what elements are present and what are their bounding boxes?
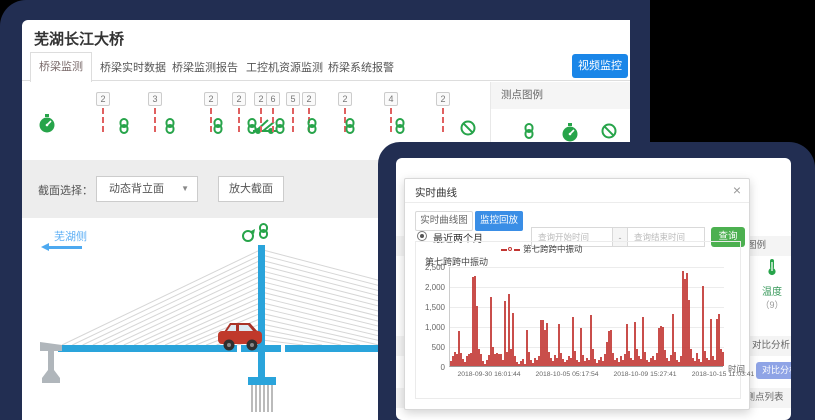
chart-plot-area — [449, 267, 723, 367]
modal-title: 实时曲线 — [415, 185, 457, 200]
temperature-count: （9） — [748, 298, 791, 311]
sensor-count-badge: 2 — [302, 92, 316, 106]
link-icon[interactable] — [394, 118, 406, 139]
x-tick-label: 2018-10-05 05:17:54 — [535, 371, 598, 378]
sensor-dashed-line — [102, 108, 104, 132]
sensor-count-badge: 2 — [436, 92, 450, 106]
sensor-count-badge: 4 — [384, 92, 398, 106]
sensor-dashed-line — [260, 108, 262, 132]
modal-tab-0[interactable]: 实时曲线图 — [415, 211, 473, 231]
main-tab-1[interactable]: 桥梁实时数据 — [100, 59, 166, 75]
sensor-count-group: 3 — [148, 92, 162, 132]
y-tick-label: 2,000 — [407, 283, 445, 292]
x-axis-title: 时间 — [728, 363, 745, 375]
legend-panel-header: 测点图例 — [490, 82, 630, 109]
main-tab-2[interactable]: 桥梁监测报告 — [172, 59, 238, 75]
sensor-count-badge: 2 — [232, 92, 246, 106]
sensor-count-badge: 5 — [286, 92, 300, 106]
bridge-deck — [58, 345, 237, 352]
section-select-dropdown[interactable]: 动态背立面 ▼ — [96, 176, 198, 202]
sensor-count-badge: 6 — [266, 92, 280, 106]
noentry-icon[interactable] — [460, 120, 476, 141]
sensor-count-group: 5 — [286, 92, 300, 132]
chart-bar — [722, 352, 724, 366]
link-legend-icon — [523, 123, 535, 144]
tower-footing — [248, 377, 276, 385]
gauge-icon[interactable] — [38, 114, 56, 139]
sensor-count-badge: 3 — [148, 92, 162, 106]
sensor-dashed-line — [154, 108, 156, 132]
y-tick-label: 500 — [407, 343, 445, 352]
y-tick-label: 2,500 — [407, 263, 445, 272]
sensor-count-group: 2 — [232, 92, 246, 132]
sensor-dashed-line — [390, 108, 392, 132]
main-tab-3[interactable]: 工控机资源监测 — [246, 59, 323, 75]
close-icon[interactable]: × — [733, 182, 741, 198]
modal-tab-1[interactable]: 监控回放 — [475, 211, 523, 231]
main-tab-0[interactable]: 桥梁监测 — [30, 52, 92, 82]
radio-dot — [420, 234, 424, 238]
section-select-label: 截面选择： — [38, 182, 93, 198]
sensor-count-badge: 2 — [338, 92, 352, 106]
chart-legend[interactable]: 第七跨跨中振动 — [501, 243, 583, 255]
y-tick-label: 1,500 — [407, 303, 445, 312]
sensor-dashed-line — [442, 108, 444, 132]
link-icon[interactable] — [306, 118, 318, 139]
link-icon[interactable] — [344, 118, 356, 139]
page-title: 芜湖长江大桥 — [34, 28, 124, 49]
link-icon[interactable] — [274, 118, 286, 139]
rotate-sensor-icon[interactable] — [243, 229, 255, 241]
legend-marker-icon — [501, 247, 520, 252]
section-select-value: 动态背立面 — [109, 183, 164, 195]
link-icon[interactable] — [164, 118, 176, 139]
chevron-down-icon: ▼ — [181, 177, 189, 201]
sensor-count-group: 2 — [436, 92, 450, 132]
sensor-count-group: 2 — [96, 92, 110, 132]
bridge-tower — [258, 245, 265, 377]
sensor-dashed-line — [292, 108, 294, 132]
sensor-dashed-line — [238, 108, 240, 132]
link-icon[interactable] — [212, 118, 224, 139]
realtime-curve-modal: 实时曲线 × 实时曲线图监控回放 最近两个月 - 查询 第七跨跨中振动 第七跨跨… — [404, 178, 750, 410]
thermometer-icon — [764, 258, 780, 276]
temperature-label: 温度 — [748, 283, 791, 298]
modal-header: 实时曲线 × — [405, 179, 749, 203]
sensor-count-badge: 2 — [204, 92, 218, 106]
temperature-sensor-item[interactable]: 温度 （9） — [748, 258, 791, 311]
y-tick-label: 0 — [407, 363, 445, 372]
x-tick-label: 2018-09-30 16:01:44 — [457, 371, 520, 378]
noentry-legend-icon — [601, 123, 617, 144]
car-illustration — [218, 323, 262, 351]
x-tick-label: 2018-10-09 15:27:41 — [613, 371, 676, 378]
main-tab-4[interactable]: 桥梁系统报警 — [328, 59, 394, 75]
screenshot-stage: 芜湖长江大桥 桥梁监测桥梁实时数据桥梁监测报告工控机资源监测桥梁系统报警 视频监… — [0, 0, 815, 420]
footing-piles — [252, 385, 272, 412]
link-sensor-icon[interactable] — [260, 224, 267, 238]
tabbar-divider — [22, 80, 630, 81]
video-monitor-button[interactable]: 视频监控 — [572, 54, 628, 78]
recent-two-months-radio[interactable] — [417, 231, 427, 241]
y-tick-label: 1,000 — [407, 323, 445, 332]
compare-analysis-button[interactable]: 对比分析 — [756, 362, 791, 379]
abutment — [40, 342, 62, 383]
sensor-strip: 23222652242 — [22, 88, 492, 142]
legend-text: 第七跨跨中振动 — [523, 244, 583, 254]
gridline — [450, 267, 724, 268]
sensor-count-badge: 2 — [96, 92, 110, 106]
link-icon[interactable] — [118, 118, 130, 139]
enlarge-section-button[interactable]: 放大截面 — [218, 176, 284, 202]
